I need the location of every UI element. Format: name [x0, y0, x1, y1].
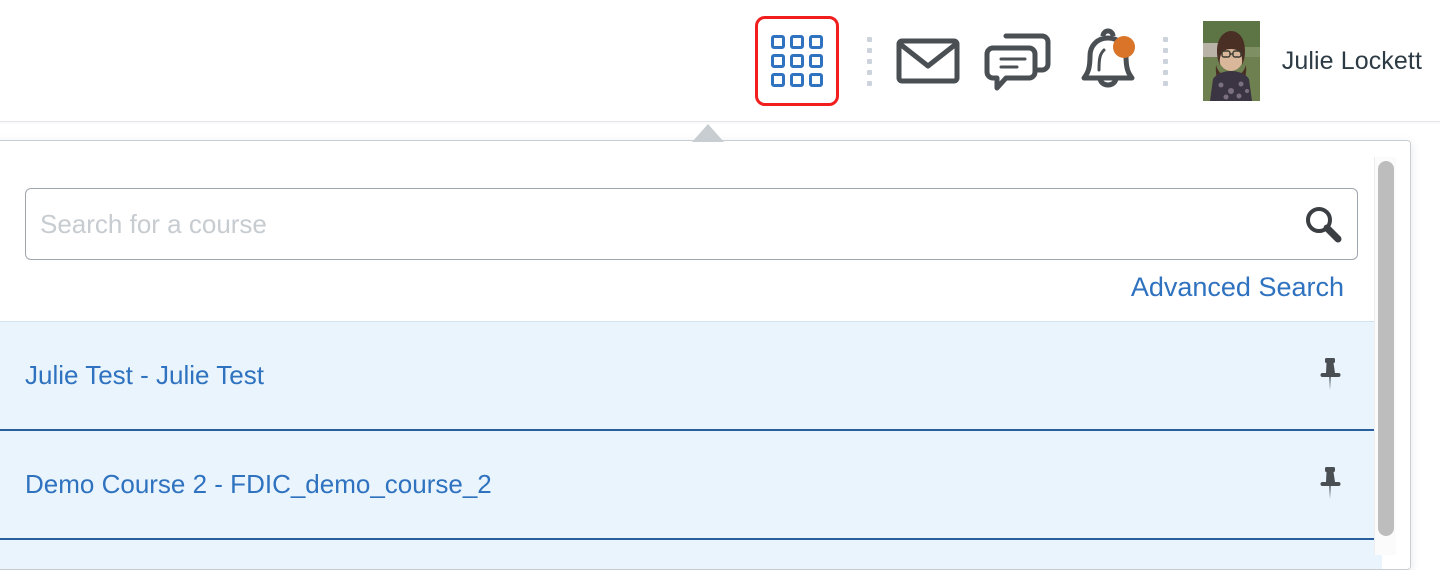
pushpin-icon: [1320, 357, 1340, 390]
course-list: Julie Test - Julie Test Demo Course 2 - …: [0, 321, 1382, 569]
waffle-cell: [789, 54, 804, 68]
panel-right-edge: [1396, 141, 1410, 569]
panel-content: Advanced Search Julie Test - Julie Test …: [0, 141, 1382, 569]
search-submit-button[interactable]: [1287, 203, 1357, 245]
course-search-row: [0, 141, 1382, 260]
separator-dot: [1163, 47, 1169, 53]
mail-button[interactable]: [883, 15, 973, 107]
separator-dot: [1163, 58, 1169, 64]
separator-dot: [1163, 36, 1169, 42]
top-header-bar: Julie Lockett: [0, 0, 1440, 122]
separator-dot: [867, 58, 873, 64]
waffle-cell: [808, 54, 823, 68]
advanced-search-link[interactable]: Advanced Search: [1131, 272, 1344, 302]
course-list-item[interactable]: [0, 540, 1382, 569]
course-name-link[interactable]: Demo Course 2 - FDIC_demo_course_2: [25, 469, 1277, 500]
waffle-cell: [770, 35, 785, 49]
waffle-cell: [789, 73, 804, 87]
waffle-cell: [770, 54, 785, 68]
course-list-item[interactable]: Julie Test - Julie Test: [0, 322, 1382, 431]
panel-scrollbar-thumb[interactable]: [1378, 161, 1394, 536]
course-selector-dropdown-panel: Advanced Search Julie Test - Julie Test …: [0, 140, 1411, 570]
separator-dot: [867, 47, 873, 53]
separator-dot: [867, 69, 873, 75]
waffle-cell: [789, 35, 804, 49]
separator-dot: [867, 36, 873, 42]
alerts-button[interactable]: [1063, 15, 1153, 107]
waffle-cell: [808, 73, 823, 87]
pin-course-button[interactable]: [1277, 356, 1382, 396]
avatar[interactable]: [1202, 21, 1260, 101]
separator-dot: [1163, 80, 1169, 86]
chat-button[interactable]: [973, 15, 1063, 107]
alerts-badge-dot: [1112, 36, 1135, 58]
search-icon: [1306, 207, 1342, 243]
pin-course-button[interactable]: [1277, 465, 1382, 505]
speech-bubbles-icon: [984, 33, 1051, 91]
search-input[interactable]: [26, 208, 1287, 240]
waffle-cell: [808, 35, 823, 49]
course-name-link[interactable]: Julie Test - Julie Test: [25, 360, 1277, 391]
avatar-photo: [1202, 21, 1260, 101]
header-actions: Julie Lockett: [754, 0, 1440, 122]
separator-dot: [1163, 69, 1169, 75]
waffle-grid-icon: [770, 35, 823, 87]
header-separator-dots: [857, 30, 883, 92]
user-name-label: Julie Lockett: [1281, 46, 1422, 75]
panel-scrollbar-track[interactable]: [1374, 157, 1396, 555]
advanced-search-row: Advanced Search: [0, 260, 1382, 303]
envelope-icon: [896, 38, 960, 84]
dropdown-caret: [692, 124, 724, 142]
header-separator-dots-2: [1153, 30, 1179, 92]
course-selector-waffle-button[interactable]: [754, 16, 839, 106]
waffle-cell: [770, 73, 785, 87]
pushpin-icon: [1320, 466, 1340, 499]
course-search-box[interactable]: [25, 188, 1358, 260]
course-list-item[interactable]: Demo Course 2 - FDIC_demo_course_2: [0, 431, 1382, 540]
separator-dot: [867, 80, 873, 86]
